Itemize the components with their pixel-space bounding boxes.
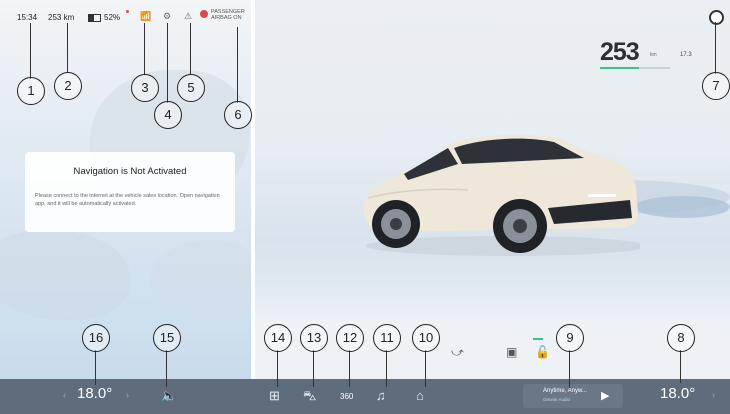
callout-12: 12 bbox=[336, 324, 364, 352]
camera-360-icon[interactable]: 360 bbox=[340, 392, 353, 401]
airbag-icon bbox=[200, 10, 208, 18]
callout-leader bbox=[166, 350, 167, 387]
speed-readout: 253 bbox=[600, 38, 640, 66]
callout-5: 5 bbox=[177, 74, 205, 102]
speed-unit: km bbox=[650, 52, 657, 58]
play-icon[interactable]: ▶ bbox=[601, 389, 609, 402]
signal-icon: 📶 bbox=[140, 11, 152, 21]
callout-leader bbox=[237, 27, 238, 103]
vehicle-control-icon[interactable]: ⌂ bbox=[416, 388, 424, 403]
vehicle-image[interactable] bbox=[358, 128, 640, 258]
speed-progress bbox=[600, 67, 670, 69]
battery-percent: 52% bbox=[104, 13, 121, 22]
callout-leader bbox=[30, 23, 31, 79]
seatbelt-icon: ⚠ bbox=[184, 11, 193, 21]
navigation-title: Navigation is Not Activated bbox=[73, 166, 187, 177]
profile-icon[interactable] bbox=[709, 10, 724, 25]
charge-port-icon[interactable]: ▣ bbox=[506, 345, 517, 359]
car-icon[interactable]: ⛍ bbox=[303, 388, 316, 406]
callout-leader bbox=[680, 350, 681, 383]
map-landmass bbox=[0, 230, 130, 320]
callout-14: 14 bbox=[264, 324, 292, 352]
left-temperature[interactable]: 18.0° bbox=[77, 385, 112, 402]
callout-leader bbox=[569, 350, 570, 388]
callout-leader bbox=[67, 23, 68, 73]
navigation-message: Please connect to the internet at the ve… bbox=[35, 193, 220, 207]
airbag-line-2: AIRBAG ON bbox=[211, 15, 242, 21]
page-indicator bbox=[533, 338, 543, 340]
callout-1: 1 bbox=[17, 77, 45, 105]
lock-icon[interactable]: 🔓 bbox=[535, 345, 550, 359]
range-readout: 253 km bbox=[48, 13, 75, 22]
callout-2: 2 bbox=[54, 72, 82, 100]
callout-leader bbox=[144, 23, 145, 75]
callout-3: 3 bbox=[131, 74, 159, 102]
callout-leader bbox=[313, 350, 314, 387]
callout-leader bbox=[190, 23, 191, 75]
floor bbox=[255, 240, 730, 379]
airbag-status: PASSENGER AIRBAG ON bbox=[211, 9, 245, 21]
right-temperature[interactable]: 18.0° bbox=[660, 385, 695, 402]
alert-dot bbox=[126, 10, 129, 13]
callout-16: 16 bbox=[82, 324, 110, 352]
callout-leader bbox=[425, 350, 426, 387]
callout-15: 15 bbox=[153, 324, 181, 352]
navigation-notice: Navigation is Not Activated Please conne… bbox=[25, 152, 235, 232]
cloud bbox=[635, 196, 730, 218]
callout-6: 6 bbox=[224, 101, 252, 129]
callout-leader bbox=[386, 350, 387, 387]
chevron-right-icon[interactable]: › bbox=[126, 390, 129, 400]
callout-7: 7 bbox=[702, 72, 730, 100]
callout-10: 10 bbox=[412, 324, 440, 352]
apps-icon[interactable]: ⊞ bbox=[269, 388, 280, 404]
media-subtitle: Gennie Audio bbox=[543, 397, 571, 402]
gear-icon: ⚙ bbox=[163, 11, 172, 21]
callout-9: 9 bbox=[556, 324, 584, 352]
callout-4: 4 bbox=[154, 101, 182, 129]
chevron-left-icon[interactable]: ‹ bbox=[63, 390, 66, 400]
media-widget[interactable]: Anytime, Anyw... Gennie Audio ▶ bbox=[523, 384, 623, 408]
clock: 15:34 bbox=[17, 13, 38, 22]
speed-progress-fill bbox=[600, 67, 639, 69]
media-title: Anytime, Anyw... bbox=[543, 388, 588, 394]
secondary-readout: 17.3 bbox=[680, 52, 692, 58]
callout-leader bbox=[715, 22, 716, 74]
callout-8: 8 bbox=[667, 324, 695, 352]
chevron-right-icon[interactable]: › bbox=[712, 390, 715, 400]
callout-leader bbox=[95, 350, 96, 385]
music-icon[interactable]: ♫ bbox=[376, 388, 386, 403]
callout-11: 11 bbox=[373, 324, 401, 352]
trunk-icon[interactable]: ⤻ bbox=[451, 345, 464, 360]
callout-leader bbox=[167, 23, 168, 103]
callout-13: 13 bbox=[300, 324, 328, 352]
callout-leader bbox=[277, 350, 278, 387]
volume-icon[interactable]: 🔈 bbox=[161, 388, 177, 404]
battery-icon bbox=[88, 14, 101, 22]
callout-leader bbox=[349, 350, 350, 387]
